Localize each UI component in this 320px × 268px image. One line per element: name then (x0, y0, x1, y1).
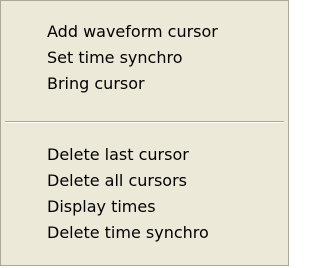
menu-item-delete-all-cursors[interactable]: Delete all cursors (1, 168, 288, 194)
menu-item-add-waveform-cursor[interactable]: Add waveform cursor (1, 19, 288, 45)
menu-separator (5, 121, 284, 123)
context-menu: Add waveform cursor Set time synchro Bri… (0, 0, 289, 266)
menu-item-set-time-synchro[interactable]: Set time synchro (1, 45, 288, 71)
menu-item-delete-last-cursor[interactable]: Delete last cursor (1, 142, 288, 168)
menu-item-delete-time-synchro[interactable]: Delete time synchro (1, 220, 288, 246)
menu-item-display-times[interactable]: Display times (1, 194, 288, 220)
menu-item-bring-cursor[interactable]: Bring cursor (1, 71, 288, 97)
